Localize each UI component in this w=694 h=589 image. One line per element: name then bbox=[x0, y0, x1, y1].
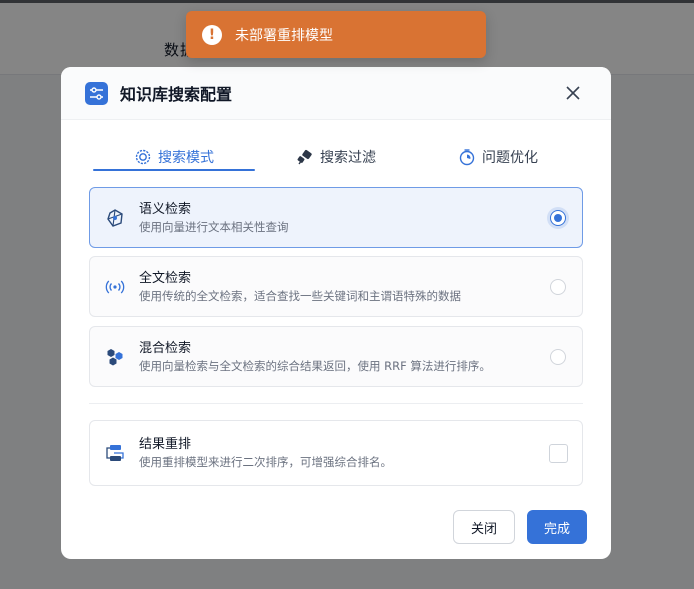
mode-title: 语义检索 bbox=[139, 201, 192, 217]
tab-query-optimize[interactable]: 问题优化 bbox=[417, 143, 579, 171]
rerank-title: 结果重排 bbox=[139, 437, 192, 452]
tab-label: 问题优化 bbox=[482, 150, 538, 166]
gear-search-icon bbox=[134, 148, 152, 166]
mode-radio[interactable] bbox=[550, 348, 566, 365]
rerank-description: 使用重排模型来进行二次排序，可增强综合排名。 bbox=[139, 455, 392, 469]
tab-search-filter[interactable]: 搜索过滤 bbox=[255, 143, 417, 171]
warning-toast: ! 未部署重排模型 bbox=[186, 11, 486, 58]
mode-description: 使用传统的全文检索，适合查找一些关键词和主谓语特殊的数据 bbox=[139, 288, 461, 303]
filter-plug-icon bbox=[296, 148, 314, 166]
tab-label: 搜索模式 bbox=[158, 150, 214, 166]
tab-search-mode[interactable]: 搜索模式 bbox=[93, 143, 255, 171]
mode-title: 全文检索 bbox=[139, 270, 192, 286]
section-divider bbox=[89, 403, 583, 404]
mode-radio[interactable] bbox=[550, 209, 566, 226]
rerank-icon bbox=[105, 443, 125, 463]
exclamation-icon: ! bbox=[202, 24, 222, 45]
config-tabs: 搜索模式 搜索过滤 问题优化 bbox=[93, 143, 581, 171]
mode-description: 使用向量进行文本相关性查询 bbox=[139, 219, 289, 234]
sliders-icon bbox=[85, 81, 108, 105]
modal-title: 知识库搜索配置 bbox=[120, 85, 233, 104]
toast-message: 未部署重排模型 bbox=[235, 27, 333, 44]
mode-description: 使用向量检索与全文检索的综合结果返回，使用 RRF 算法进行排序。 bbox=[139, 358, 491, 373]
close-icon[interactable] bbox=[563, 83, 583, 103]
mode-semantic-search[interactable]: 语义检索 使用向量进行文本相关性查询 bbox=[89, 187, 583, 248]
vector-network-icon bbox=[105, 208, 125, 228]
rerank-option[interactable]: 结果重排 使用重排模型来进行二次排序，可增强综合排名。 bbox=[89, 420, 583, 486]
close-button[interactable]: 关闭 bbox=[453, 510, 515, 544]
search-config-modal: 知识库搜索配置 搜索模式 搜索过滤 问题优化 语义检索 使用向量进行文本相关性查… bbox=[61, 67, 611, 559]
tab-label: 搜索过滤 bbox=[320, 150, 376, 166]
broadcast-icon bbox=[105, 277, 125, 297]
rerank-checkbox[interactable] bbox=[549, 443, 568, 463]
done-button[interactable]: 完成 bbox=[527, 510, 587, 544]
hexagon-cluster-icon bbox=[105, 347, 125, 367]
mode-title: 混合检索 bbox=[139, 340, 192, 356]
mode-hybrid-search[interactable]: 混合检索 使用向量检索与全文检索的综合结果返回，使用 RRF 算法进行排序。 bbox=[89, 326, 583, 387]
modal-header: 知识库搜索配置 bbox=[61, 67, 611, 120]
mode-radio[interactable] bbox=[550, 278, 566, 295]
mode-fulltext-search[interactable]: 全文检索 使用传统的全文检索，适合查找一些关键词和主谓语特殊的数据 bbox=[89, 256, 583, 317]
timer-icon bbox=[458, 148, 476, 166]
